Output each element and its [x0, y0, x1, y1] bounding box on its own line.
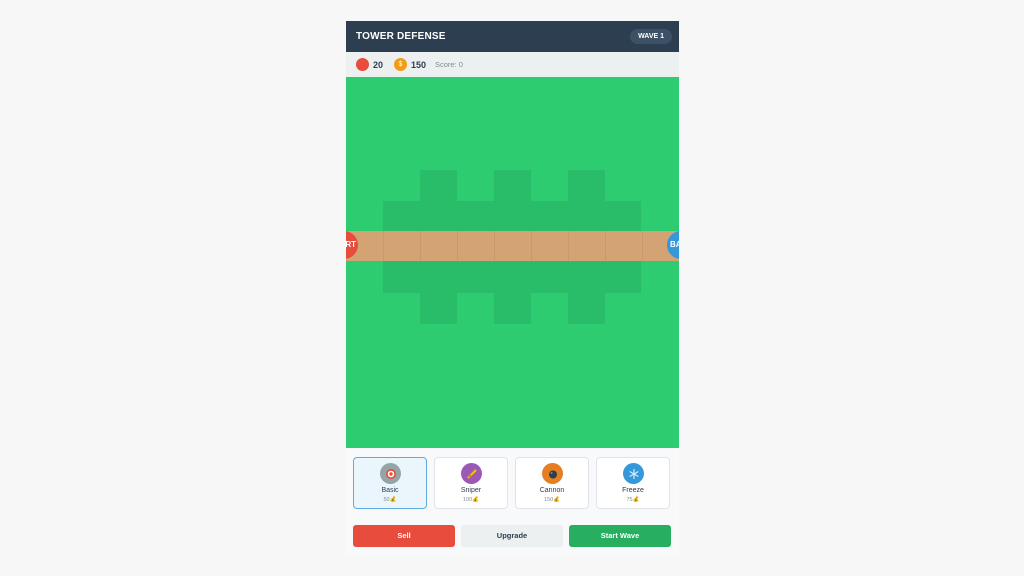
header-bar: TOWER DEFENSE WAVE 1	[346, 21, 679, 52]
tower-name: Sniper	[460, 487, 482, 494]
target-icon	[380, 463, 401, 484]
build-tile[interactable]	[568, 293, 605, 324]
path-seam	[383, 231, 384, 261]
game-board[interactable]: START BASE	[346, 77, 679, 448]
tower-card-basic[interactable]: Basic 50💰	[353, 457, 427, 509]
tower-card-sniper[interactable]: Sniper 100💰	[434, 457, 508, 509]
path-seam	[457, 231, 458, 261]
path-seam	[605, 231, 606, 261]
sell-button[interactable]: Sell	[353, 525, 455, 547]
upgrade-button[interactable]: Upgrade	[461, 525, 563, 547]
score-stat: Score: 0	[435, 52, 463, 77]
cannonball-icon	[542, 463, 563, 484]
lives-value: 20	[373, 59, 384, 70]
tower-shop: Basic 50💰 Sniper 100💰 Cannon 150💰 Freeze…	[346, 448, 679, 518]
build-tile[interactable]	[420, 293, 457, 324]
game-title: TOWER DEFENSE	[356, 31, 446, 42]
tower-cost: 50💰	[383, 497, 397, 503]
tower-name: Basic	[381, 487, 399, 494]
build-tile[interactable]	[494, 293, 531, 324]
rifle-icon	[461, 463, 482, 484]
stats-bar: 20 $ 150 Score: 0	[346, 52, 679, 77]
path-seam	[494, 231, 495, 261]
coin-icon: $	[394, 58, 407, 71]
tower-name: Freeze	[622, 487, 644, 494]
snowflake-icon	[623, 463, 644, 484]
path-seam	[420, 231, 421, 261]
build-tile-row[interactable]	[383, 261, 641, 293]
path-seam	[531, 231, 532, 261]
path-seam	[568, 231, 569, 261]
action-bar: Sell Upgrade Start Wave	[346, 518, 679, 555]
score-value: Score: 0	[435, 60, 463, 69]
tower-cost: 75💰	[626, 497, 640, 503]
build-tile[interactable]	[568, 170, 605, 201]
start-wave-button[interactable]: Start Wave	[569, 525, 671, 547]
tower-card-cannon[interactable]: Cannon 150💰	[515, 457, 589, 509]
enemy-path	[346, 231, 679, 261]
gold-value: 150	[411, 59, 427, 70]
build-tile-row[interactable]	[383, 201, 641, 231]
game-window: TOWER DEFENSE WAVE 1 20 $ 150 Score: 0 R…	[346, 21, 679, 555]
tower-cost: 150💰	[543, 497, 561, 503]
build-tile[interactable]	[494, 170, 531, 201]
gold-stat: $ 150	[394, 52, 426, 77]
tower-name: Cannon	[539, 487, 565, 494]
heart-icon	[356, 58, 369, 71]
path-seam	[642, 231, 643, 261]
wave-badge: WAVE 1	[630, 29, 672, 44]
tower-card-freeze[interactable]: Freeze 75💰	[596, 457, 670, 509]
build-tile[interactable]	[420, 170, 457, 201]
lives-stat: 20	[356, 52, 383, 77]
tower-cost: 100💰	[462, 497, 480, 503]
